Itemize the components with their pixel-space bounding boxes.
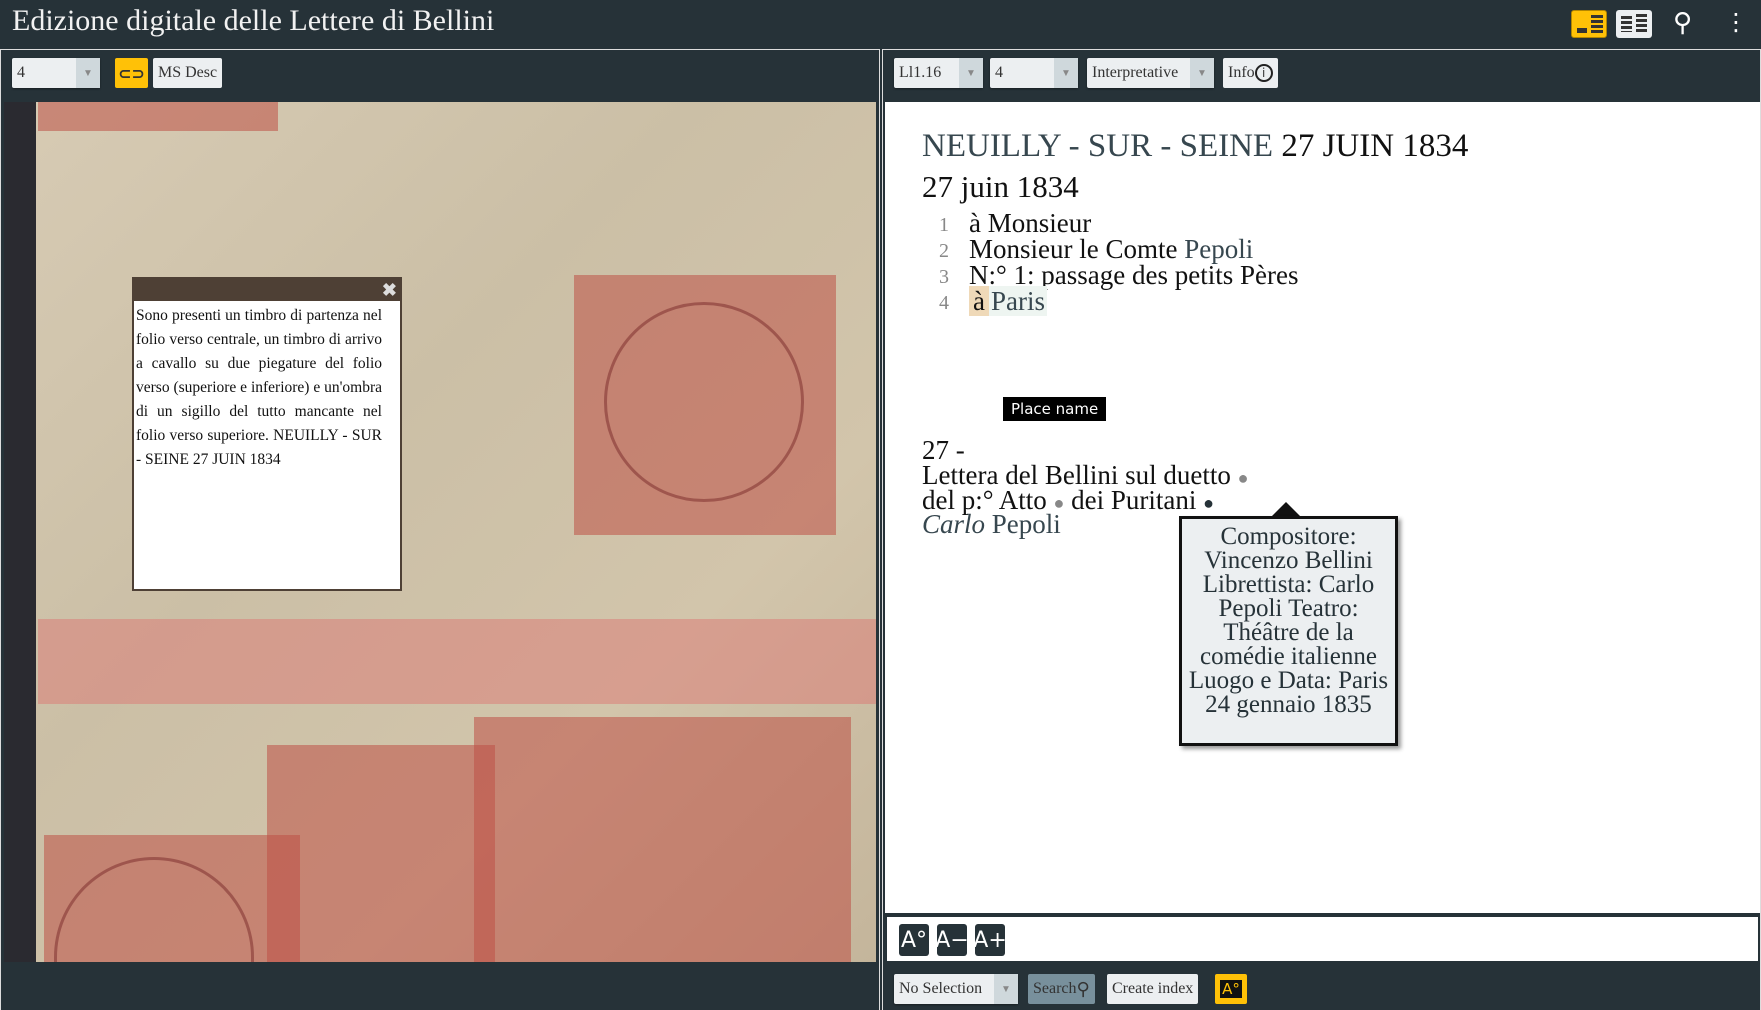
ms-desc-button[interactable]: MS Desc — [153, 58, 223, 88]
image-panel: 4 ▼ ⊂⊃ MS Desc ✖ Sono presenti un timbro … — [0, 49, 880, 1010]
author-last: Pepoli — [985, 509, 1061, 539]
zone-highlight[interactable] — [38, 102, 278, 131]
ms-desc-popup: ✖ Sono presenti un timbro di partenza ne… — [132, 277, 402, 591]
edition-select-value: Interpretative — [1092, 64, 1179, 81]
binding-strip — [4, 102, 36, 962]
chevron-down-icon: ▼ — [1190, 58, 1214, 88]
chevron-down-icon: ▼ — [959, 58, 983, 88]
link-icon[interactable]: ⊂⊃ — [115, 58, 148, 88]
line-number: 4 — [939, 292, 949, 314]
stamp-date: 27 JUIN 1834 — [1281, 128, 1469, 164]
search-icon: ⚲ — [1076, 978, 1090, 1000]
line-number: 1 — [939, 214, 949, 236]
entity-select-value: No Selection — [899, 980, 983, 997]
zone-highlight[interactable] — [474, 717, 851, 962]
popup-header: ✖ — [134, 279, 400, 301]
search-label: Search — [1033, 980, 1077, 997]
stamp-place[interactable]: NEUILLY - SUR - SEINE — [922, 128, 1273, 164]
chevron-down-icon: ▼ — [76, 58, 100, 88]
chevron-down-icon: ▼ — [994, 974, 1018, 1004]
font-decrease-button[interactable]: A− — [935, 924, 969, 956]
create-index-button[interactable]: Create index — [1107, 974, 1199, 1004]
note-text: dei Puritani — [1071, 485, 1197, 515]
edition-select[interactable]: Interpretative ▼ — [1087, 58, 1214, 88]
stamp-heading: NEUILLY - SUR - SEINE 27 JUIN 1834 — [922, 128, 1468, 165]
author-first: Carlo — [922, 509, 986, 539]
document-select[interactable]: Ll1.16 ▼ — [894, 58, 983, 88]
entity-popover: Compositore: Vincenzo Bellini Librettist… — [1179, 516, 1398, 746]
place-name-tooltip: Place name — [1003, 397, 1107, 421]
image-text-view-icon[interactable] — [1571, 10, 1607, 38]
info-button[interactable]: Info i — [1223, 58, 1278, 88]
postmark-stamp — [604, 302, 804, 502]
zone-highlight[interactable] — [38, 619, 876, 704]
letter-date: 27 juin 1834 — [922, 169, 1079, 204]
page-select-value: 4 — [995, 64, 1003, 81]
entity-select[interactable]: No Selection ▼ — [894, 974, 1018, 1004]
line-number: 3 — [939, 266, 949, 288]
text-view: NEUILLY - SUR - SEINE 27 JUIN 1834 27 ju… — [885, 102, 1760, 913]
place-entity[interactable]: Paris — [988, 286, 1047, 316]
font-size-bar: A° A− A+ — [885, 915, 1760, 963]
font-increase-button[interactable]: A+ — [973, 924, 1007, 956]
app-title: Edizione digitale delle Lettere di Belli… — [12, 4, 495, 37]
page-select[interactable]: 4 ▼ — [12, 58, 100, 88]
page-select[interactable]: 4 ▼ — [990, 58, 1078, 88]
info-label: Info — [1228, 64, 1255, 81]
font-reset-button[interactable]: A° — [899, 924, 929, 956]
document-select-value: Ll1.16 — [899, 64, 942, 81]
page-select-value: 4 — [17, 64, 25, 81]
bullet-icon[interactable]: ● — [1238, 468, 1249, 488]
close-icon[interactable]: ✖ — [382, 279, 397, 301]
text-text-view-icon[interactable] — [1616, 10, 1652, 38]
line-number: 2 — [939, 240, 949, 262]
zone-highlight[interactable] — [267, 745, 495, 962]
manuscript-image[interactable]: ✖ Sono presenti un timbro di partenza ne… — [4, 102, 876, 962]
app-header: Edizione digitale delle Lettere di Belli… — [0, 0, 1761, 48]
bullet-icon[interactable]: ● — [1203, 493, 1214, 513]
text-panel: Ll1.16 ▼ 4 ▼ Interpretative ▼ Info i NEUILLY… — [882, 49, 1761, 1010]
font-settings-button[interactable]: A° — [1215, 974, 1247, 1004]
author-line[interactable]: Carlo Pepoli — [922, 509, 1061, 539]
popup-text: Sono presenti un timbro di partenza nel … — [136, 307, 382, 468]
line-text: à — [969, 286, 989, 316]
search-icon[interactable]: ⚲ — [1673, 8, 1692, 38]
search-button[interactable]: Search ⚲ — [1028, 974, 1095, 1004]
info-icon: i — [1254, 64, 1273, 82]
chevron-down-icon: ▼ — [1054, 58, 1078, 88]
text-line: à Paris — [969, 286, 1047, 317]
font-icon: A° — [1220, 980, 1242, 998]
more-vert-icon[interactable]: ⋮ — [1724, 8, 1748, 36]
